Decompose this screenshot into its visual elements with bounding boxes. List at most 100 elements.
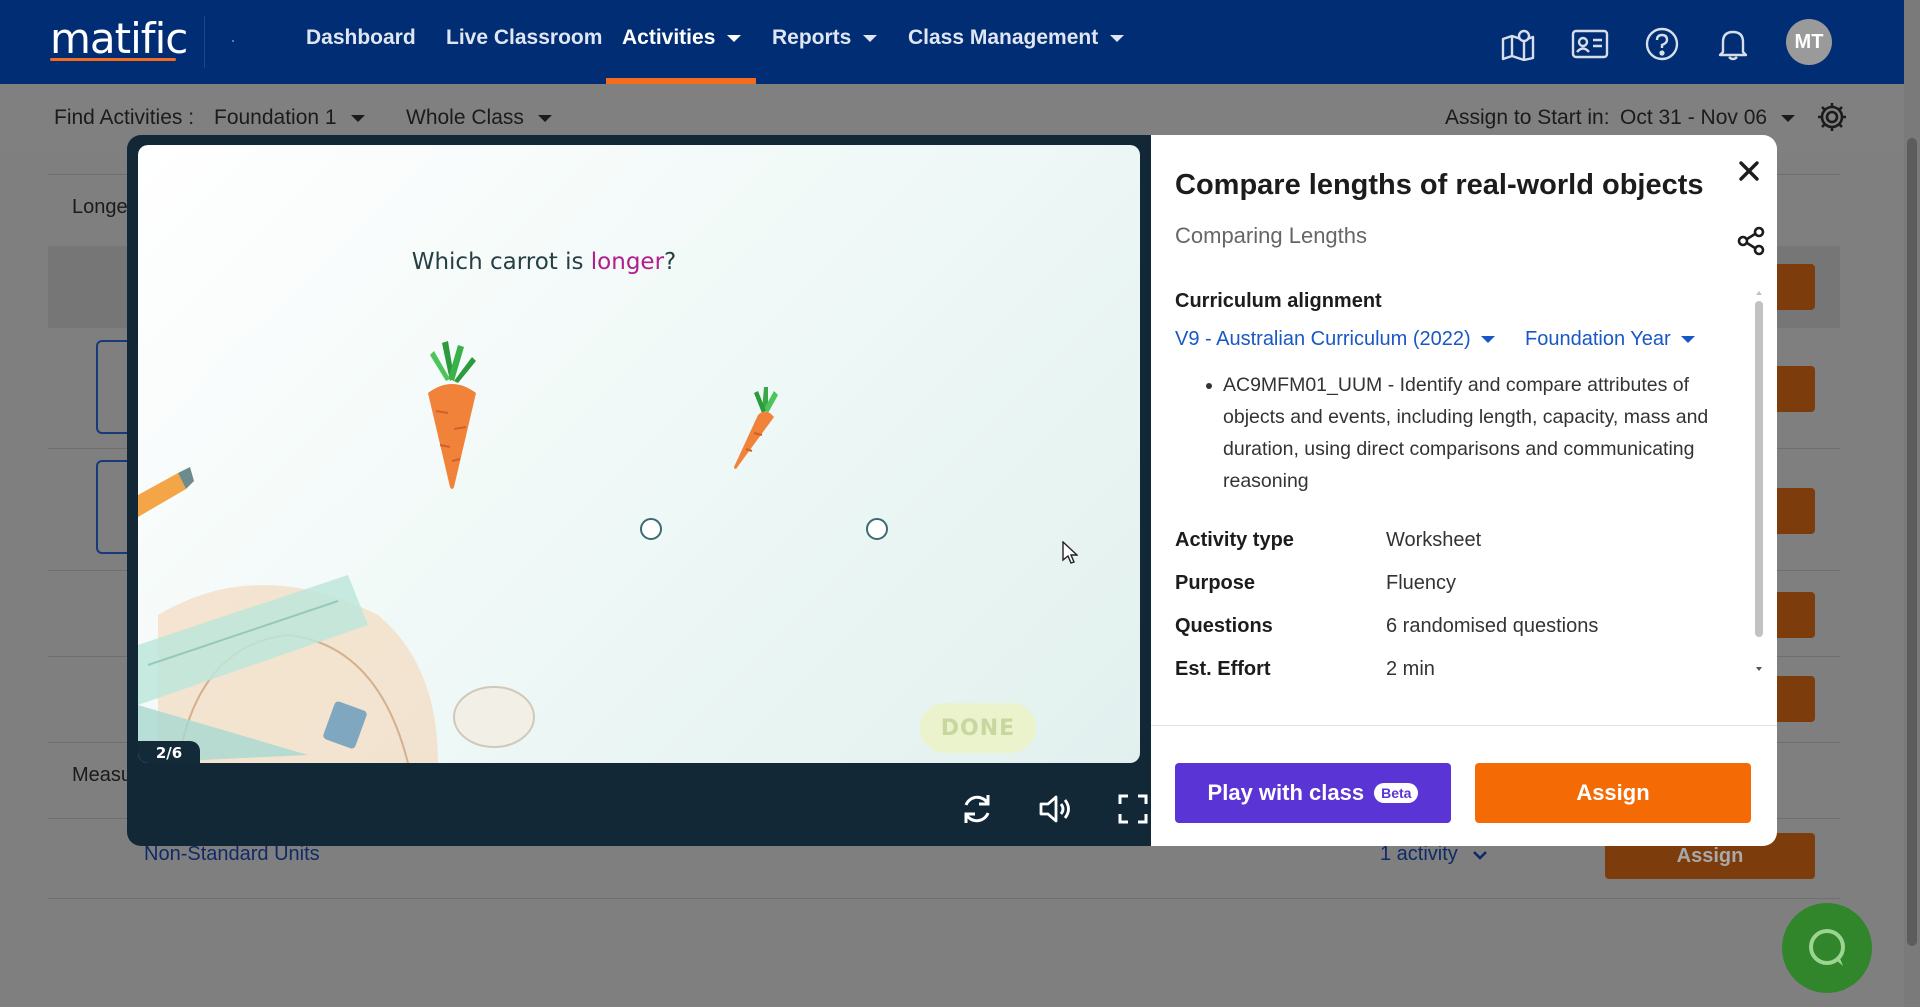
game-preview-pane: Which carrot is longer? DONE 2/6 [127, 135, 1151, 846]
question-text: Which carrot is [411, 249, 591, 275]
bullet-point [1206, 383, 1212, 389]
list-divider [48, 898, 1840, 899]
help-icon[interactable] [1642, 24, 1682, 64]
curriculum-value: V9 - Australian Curriculum (2022) [1175, 328, 1471, 350]
group-dropdown[interactable]: Whole Class [406, 106, 552, 130]
beta-badge: Beta [1374, 783, 1419, 803]
refresh-icon [964, 795, 990, 823]
logo-underline [50, 58, 176, 61]
share-button[interactable] [1735, 225, 1767, 257]
sound-button[interactable] [1033, 787, 1077, 831]
nav-class-management-label: Class Management [908, 26, 1099, 49]
long-carrot-image[interactable] [424, 341, 480, 489]
activity-group-link[interactable]: Non-Standard Units [144, 843, 320, 866]
purpose-value: Fluency [1386, 572, 1457, 594]
activity-type-label: Activity type [1175, 529, 1294, 551]
top-navigation-bar: matific Dashboard Live Classroom Activit… [0, 0, 1904, 84]
nav-reports-label: Reports [772, 26, 852, 49]
curriculum-standard-text: AC9MFM01_UUM - Identify and compare attr… [1223, 374, 1709, 492]
nav-class-management[interactable]: Class Management [908, 26, 1125, 50]
chat-icon [1809, 929, 1845, 966]
chevron-down-icon [1680, 336, 1695, 343]
questions-label: Questions [1175, 615, 1273, 637]
assign-start-text: Assign to Start in: [1445, 106, 1610, 129]
nav-live-classroom[interactable]: Live Classroom [446, 26, 602, 50]
year-level-dropdown[interactable]: Foundation Year [1525, 328, 1695, 351]
effort-value: 2 min [1386, 658, 1435, 680]
background-assign-label: Assign [1676, 844, 1744, 867]
share-icon [1737, 226, 1765, 256]
user-avatar[interactable]: MT [1786, 19, 1832, 65]
play-with-class-button[interactable]: Play with class Beta [1175, 763, 1451, 823]
fullscreen-icon [1118, 794, 1148, 824]
question-keyword: longer [590, 249, 665, 275]
answer-radio-short-carrot[interactable] [866, 518, 888, 540]
nav-activities-label: Activities [622, 26, 716, 49]
id-card-icon[interactable] [1570, 24, 1610, 64]
chevron-down-icon [1781, 114, 1796, 122]
bell-icon[interactable] [1713, 24, 1753, 64]
fullscreen-button[interactable] [1111, 787, 1155, 831]
activity-preview-modal: Which carrot is longer? DONE 2/6 Compare… [127, 135, 1777, 846]
nav-divider [204, 16, 205, 68]
chevron-down-icon [727, 34, 742, 42]
chevron-down-icon [1110, 34, 1125, 42]
nav-activities[interactable]: Activities [622, 26, 742, 50]
chevron-down-icon [537, 114, 552, 122]
section-label: Longe [72, 196, 128, 218]
date-range-value: Oct 31 - Nov 06 [1620, 106, 1768, 129]
assign-button[interactable]: Assign [1475, 763, 1751, 823]
nav-live-classroom-label: Live Classroom [446, 26, 603, 49]
activity-title: Compare lengths of real-world objects [1175, 169, 1704, 201]
chevron-down-icon [1472, 850, 1487, 860]
mouse-cursor-icon [1062, 541, 1078, 564]
chevron-down-icon [350, 114, 365, 122]
map-icon[interactable] [1498, 24, 1538, 64]
close-icon [1739, 161, 1759, 181]
answer-radio-long-carrot[interactable] [640, 518, 662, 540]
curriculum-dropdown[interactable]: V9 - Australian Curriculum (2022) [1175, 328, 1495, 351]
activity-subtitle: Comparing Lengths [1175, 223, 1368, 248]
nav-dashboard-label: Dashboard [306, 26, 416, 49]
questions-value: 6 randomised questions [1386, 615, 1599, 637]
curriculum-alignment-heading: Curriculum alignment [1175, 290, 1382, 312]
find-activities-label: Find Activities : [54, 106, 194, 130]
done-button[interactable]: DONE [920, 703, 1036, 753]
short-carrot-image[interactable] [732, 385, 778, 469]
activity-count-text: 1 activity [1380, 843, 1458, 865]
desk-supplies-illustration [138, 467, 535, 763]
nav-reports[interactable]: Reports [772, 26, 878, 50]
speaker-icon [1039, 795, 1070, 823]
assign-start-label: Assign to Start in: [1445, 106, 1610, 130]
game-controls-bar [127, 773, 1151, 846]
matific-logo[interactable]: matific [50, 14, 188, 63]
close-button[interactable] [1735, 157, 1763, 185]
chat-support-button[interactable] [1782, 903, 1872, 993]
activity-info-pane: Compare lengths of real-world objects Co… [1151, 135, 1777, 846]
find-activities-text: Find Activities : [54, 106, 195, 129]
purpose-label: Purpose [1175, 572, 1256, 594]
chevron-down-icon [1480, 336, 1495, 343]
activity-count-toggle[interactable]: 1 activity [1380, 843, 1488, 866]
nav-dashboard[interactable]: Dashboard [306, 26, 416, 50]
year-level-value: Foundation Year [1525, 328, 1671, 350]
restart-button[interactable] [955, 787, 999, 831]
effort-label: Est. Effort [1175, 658, 1271, 680]
page-scrollbar-thumb[interactable] [1907, 138, 1917, 946]
game-stage[interactable]: Which carrot is longer? DONE 2/6 [138, 145, 1140, 763]
play-with-class-label: Play with class [1207, 780, 1365, 805]
footer-divider [1151, 725, 1777, 726]
chevron-down-icon [863, 34, 878, 42]
grade-value: Foundation 1 [214, 106, 337, 129]
question-suffix: ? [664, 249, 677, 275]
gear-icon[interactable] [1815, 100, 1849, 134]
grade-dropdown[interactable]: Foundation 1 [214, 106, 365, 130]
nav-separator-dot [232, 40, 234, 42]
question-progress: 2/6 [138, 741, 200, 763]
activity-type-value: Worksheet [1386, 529, 1482, 551]
question-prompt: Which carrot is longer? [138, 249, 1140, 275]
date-range-dropdown[interactable]: Oct 31 - Nov 06 [1620, 106, 1796, 130]
section-label: Measu [72, 764, 133, 786]
group-value: Whole Class [406, 106, 524, 129]
details-scrollbar-thumb[interactable] [1755, 301, 1763, 637]
